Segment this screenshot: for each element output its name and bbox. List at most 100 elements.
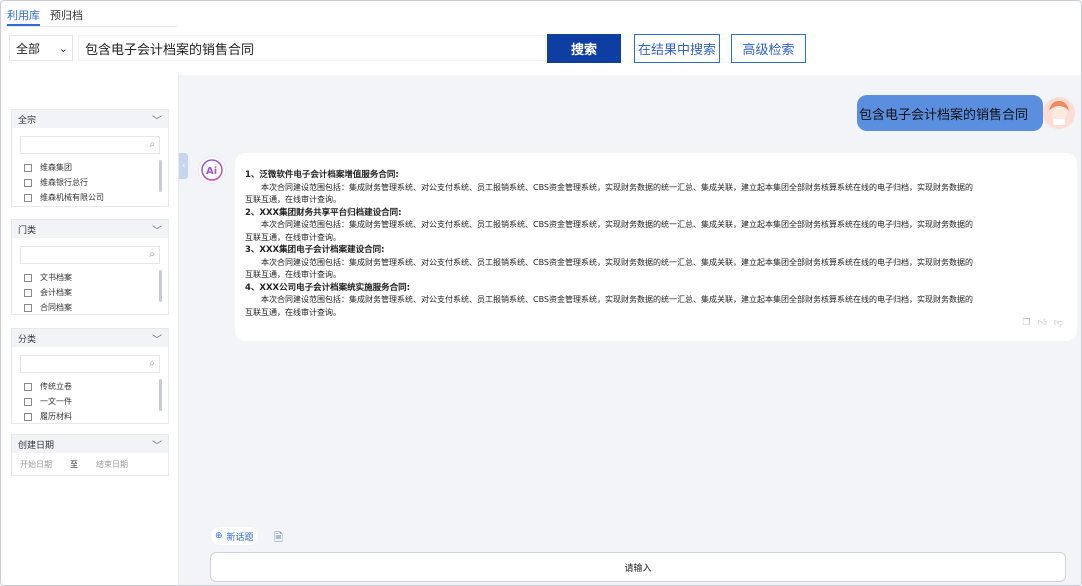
filter-option[interactable]: 传统立卷: [24, 379, 160, 394]
result-body: 本次合同建设范围包括：集成财务管理系统、对公支付系统、员工报销系统、CBS资金管…: [261, 182, 974, 192]
ai-logo-icon: Ai: [201, 159, 223, 181]
filter-option-label: 文书档案: [40, 273, 72, 282]
result-body: 互联互通，在线审计查询。: [245, 195, 341, 204]
filter-option[interactable]: 一文一件: [24, 394, 160, 409]
checkbox[interactable]: [24, 382, 32, 391]
document-icon[interactable]: 🗎: [274, 529, 283, 548]
tab-pre-archive[interactable]: 预归档: [50, 5, 83, 26]
end-date-input[interactable]: 结束日期: [96, 459, 128, 470]
filter-group-classification: 分类 ﹀ ⌕ 传统立卷 一文一件 履历材料: [11, 328, 169, 424]
user-message-bubble: 包含电子会计档案的销售合同: [857, 95, 1043, 131]
chevron-down-icon: ﹀: [152, 334, 162, 346]
search-icon: ⌕: [149, 139, 155, 150]
filter-list: 传统立卷 一文一件 履历材料: [12, 377, 168, 426]
filter-option-label: 传统立卷: [40, 382, 72, 391]
filter-search-input[interactable]: ⌕: [20, 355, 160, 373]
result-title[interactable]: 1、泛微软件电子会计档案增值服务合同:: [245, 169, 1067, 182]
scrollbar[interactable]: [159, 270, 162, 302]
filter-option[interactable]: 合同档案: [24, 300, 160, 315]
filter-group-header[interactable]: 全宗 ﹀: [12, 110, 168, 128]
checkbox[interactable]: [24, 288, 32, 297]
filter-option-label: 维森机械有限公司: [40, 193, 104, 202]
svg-text:Ai: Ai: [206, 166, 217, 177]
filter-group-title: 全宗: [18, 115, 37, 126]
search-icon: ⌕: [149, 249, 155, 260]
thumb-up-icon[interactable]: 👍︎: [1037, 317, 1046, 330]
checkbox[interactable]: [24, 303, 32, 312]
filter-option-label: 维森集团: [40, 163, 72, 172]
ai-result-item: 4、XXX公司电子会计档案统实施服务合同: 本次合同建设范围包括：集成财务管理系…: [245, 282, 1067, 320]
filter-option-label: 会计档案: [40, 288, 72, 297]
filter-option-label: 维森银行总行: [40, 178, 88, 187]
result-title[interactable]: 2、XXX集团财务共享平台归档建设合同:: [245, 207, 1067, 220]
plus-circle-icon: ⊕: [215, 531, 223, 541]
app-window: 利用库 预归档 全部 ⌄ 包含电子会计档案的销售合同 搜索 在结果中搜索 高级检…: [0, 0, 1082, 586]
tab-library[interactable]: 利用库: [7, 5, 40, 26]
ai-avatar: Ai: [198, 156, 226, 184]
chat-input[interactable]: 请输入: [210, 552, 1066, 582]
scrollbar[interactable]: [159, 160, 162, 192]
search-button[interactable]: 搜索: [547, 34, 621, 63]
ai-result-item: 3、XXX集团电子会计档案建设合同: 本次合同建设范围包括：集成财务管理系统、对…: [245, 244, 1067, 282]
filter-search-input[interactable]: ⌕: [20, 246, 160, 264]
filter-option-label: 合同档案: [40, 303, 72, 312]
search-in-results-button[interactable]: 在结果中搜索: [634, 34, 720, 63]
thumb-down-icon[interactable]: 👎︎: [1054, 317, 1063, 330]
checkbox[interactable]: [24, 178, 32, 187]
collapse-sidebar-handle[interactable]: ‹: [179, 153, 188, 179]
scrollbar[interactable]: [159, 379, 162, 411]
filter-group-title: 创建日期: [18, 440, 55, 451]
filter-list: 维森集团 维森银行总行 维森机械有限公司: [12, 158, 168, 207]
ai-response-bubble: 1、泛微软件电子会计档案增值服务合同: 本次合同建设范围包括：集成财务管理系统、…: [235, 153, 1077, 341]
filter-list: 文书档案 会计档案 合同档案: [12, 268, 168, 317]
result-body: 互联互通，在线审计查询。: [245, 307, 341, 317]
filter-option[interactable]: 维森银行总行: [24, 175, 160, 190]
filter-option[interactable]: 会计档案: [24, 285, 160, 300]
ai-result-item: 1、泛微软件电子会计档案增值服务合同: 本次合同建设范围包括：集成财务管理系统、…: [245, 169, 1067, 207]
filter-group-header[interactable]: 门类 ﹀: [12, 220, 168, 238]
filter-search-input[interactable]: ⌕: [20, 136, 160, 154]
result-title[interactable]: 4、XXX公司电子会计档案统实施服务合同:: [245, 282, 1067, 295]
user-avatar: [1043, 97, 1075, 129]
message-actions: ❐ 👍︎ 👎︎: [1022, 317, 1063, 330]
chevron-down-icon: ⌄: [58, 41, 68, 55]
filter-group-category: 门类 ﹀ ⌕ 文书档案 会计档案 合同档案: [11, 219, 169, 315]
start-date-input[interactable]: 开始日期: [20, 459, 52, 470]
checkbox[interactable]: [24, 273, 32, 282]
search-input[interactable]: 包含电子会计档案的销售合同: [78, 35, 546, 61]
checkbox[interactable]: [24, 163, 32, 172]
chat-area: 包含电子会计档案的销售合同 Ai 1、泛微软件电子会计档案增值服务合同: 本次合…: [179, 75, 1081, 585]
filter-option[interactable]: 履历材料: [24, 409, 160, 424]
filter-option[interactable]: 维森集团: [24, 160, 160, 175]
checkbox[interactable]: [24, 412, 32, 421]
ai-result-item: 2、XXX集团财务共享平台归档建设合同: 本次合同建设范围包括：集成财务管理系统…: [245, 207, 1067, 245]
new-topic-button[interactable]: ⊕ 新话题: [211, 527, 258, 545]
checkbox[interactable]: [24, 397, 32, 406]
scope-select[interactable]: 全部 ⌄: [9, 35, 73, 61]
chevron-down-icon: ﹀: [152, 440, 162, 452]
filter-group-title: 门类: [18, 225, 37, 236]
filter-group-created-date: 创建日期 ﹀ 开始日期 至 结束日期: [11, 434, 169, 476]
date-separator: 至: [70, 459, 78, 469]
new-topic-label: 新话题: [226, 532, 254, 543]
user-avatar-icon: [1043, 97, 1075, 129]
result-title[interactable]: 3、XXX集团电子会计档案建设合同:: [245, 244, 1067, 257]
result-body: 本次合同建设范围包括：集成财务管理系统、对公支付系统、员工报销系统、CBS资金管…: [261, 295, 974, 304]
filter-group-fonds: 全宗 ﹀ ⌕ 维森集团 维森银行总行 维森机械有限公司: [11, 109, 169, 207]
filter-group-header[interactable]: 分类 ﹀: [12, 329, 168, 347]
result-body: 本次合同建设范围包括：集成财务管理系统、对公支付系统、员工报销系统、CBS资金管…: [261, 220, 974, 229]
search-icon: ⌕: [149, 358, 155, 369]
result-body: 本次合同建设范围包括：集成财务管理系统、对公支付系统、员工报销系统、CBS资金管…: [261, 257, 974, 267]
filter-option-label: 履历材料: [40, 412, 72, 421]
advanced-search-button[interactable]: 高级检索: [731, 34, 806, 63]
result-body: 互联互通，在线审计查询。: [245, 270, 341, 279]
chevron-down-icon: ﹀: [152, 115, 162, 127]
filter-option[interactable]: 文书档案: [24, 270, 160, 285]
checkbox[interactable]: [24, 193, 32, 202]
result-body: 互联互通，在线审计查询。: [245, 232, 341, 242]
filter-option[interactable]: 维森机械有限公司: [24, 190, 160, 205]
filter-group-title: 分类: [18, 334, 37, 345]
copy-icon[interactable]: ❐: [1022, 317, 1030, 330]
filter-group-header[interactable]: 创建日期 ﹀: [12, 435, 168, 453]
scope-select-value: 全部: [16, 41, 41, 56]
